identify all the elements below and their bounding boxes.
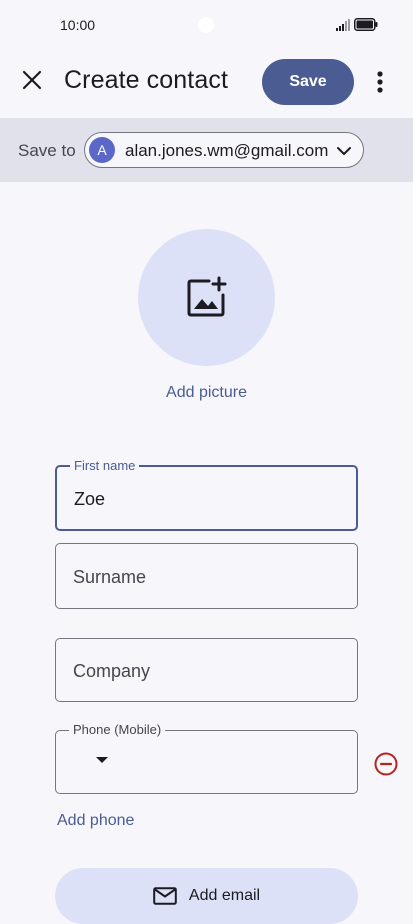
surname-placeholder: Surname	[73, 567, 147, 587]
first-name-value: Zoe	[74, 489, 106, 509]
surname-field[interactable]: Surname	[55, 543, 358, 609]
chevron-down-icon	[337, 147, 351, 155]
phone-label: Phone (Mobile)	[69, 722, 166, 737]
battery-icon	[354, 18, 378, 31]
add-email-button[interactable]: Add email	[55, 868, 358, 924]
add-photo-icon	[187, 276, 226, 316]
status-bar: 10:00	[0, 0, 413, 52]
camera-cutout	[198, 17, 214, 33]
company-field[interactable]: Company	[55, 638, 358, 702]
close-icon	[22, 70, 42, 90]
country-dropdown-icon[interactable]	[96, 757, 108, 763]
save-to-label: Save to	[18, 141, 76, 160]
more-options-button[interactable]	[368, 64, 392, 100]
account-selector[interactable]: A alan.jones.wm@gmail.com	[84, 132, 364, 168]
page-title: Create contact	[64, 66, 228, 94]
save-to-bar: Save to A alan.jones.wm@gmail.com	[0, 118, 413, 182]
add-picture-link[interactable]: Add picture	[0, 384, 413, 402]
more-vert-icon	[377, 71, 383, 93]
status-time: 10:00	[60, 17, 96, 33]
first-name-label: First name	[70, 458, 140, 473]
company-placeholder: Company	[73, 661, 151, 681]
phone-field[interactable]: Phone (Mobile)	[55, 722, 358, 794]
first-name-field[interactable]: First name Zoe	[55, 458, 358, 531]
signal-icon	[336, 19, 350, 31]
save-button[interactable]: Save	[262, 59, 354, 105]
avatar: A	[89, 137, 115, 163]
close-button[interactable]	[16, 64, 48, 96]
add-picture-button[interactable]	[138, 229, 275, 366]
remove-phone-icon[interactable]	[373, 751, 399, 777]
account-email: alan.jones.wm@gmail.com	[125, 141, 329, 160]
email-icon	[153, 887, 177, 905]
app-bar: Create contact Save	[0, 52, 413, 116]
add-email-label: Add email	[188, 887, 261, 904]
add-phone-link[interactable]: Add phone	[57, 812, 134, 830]
